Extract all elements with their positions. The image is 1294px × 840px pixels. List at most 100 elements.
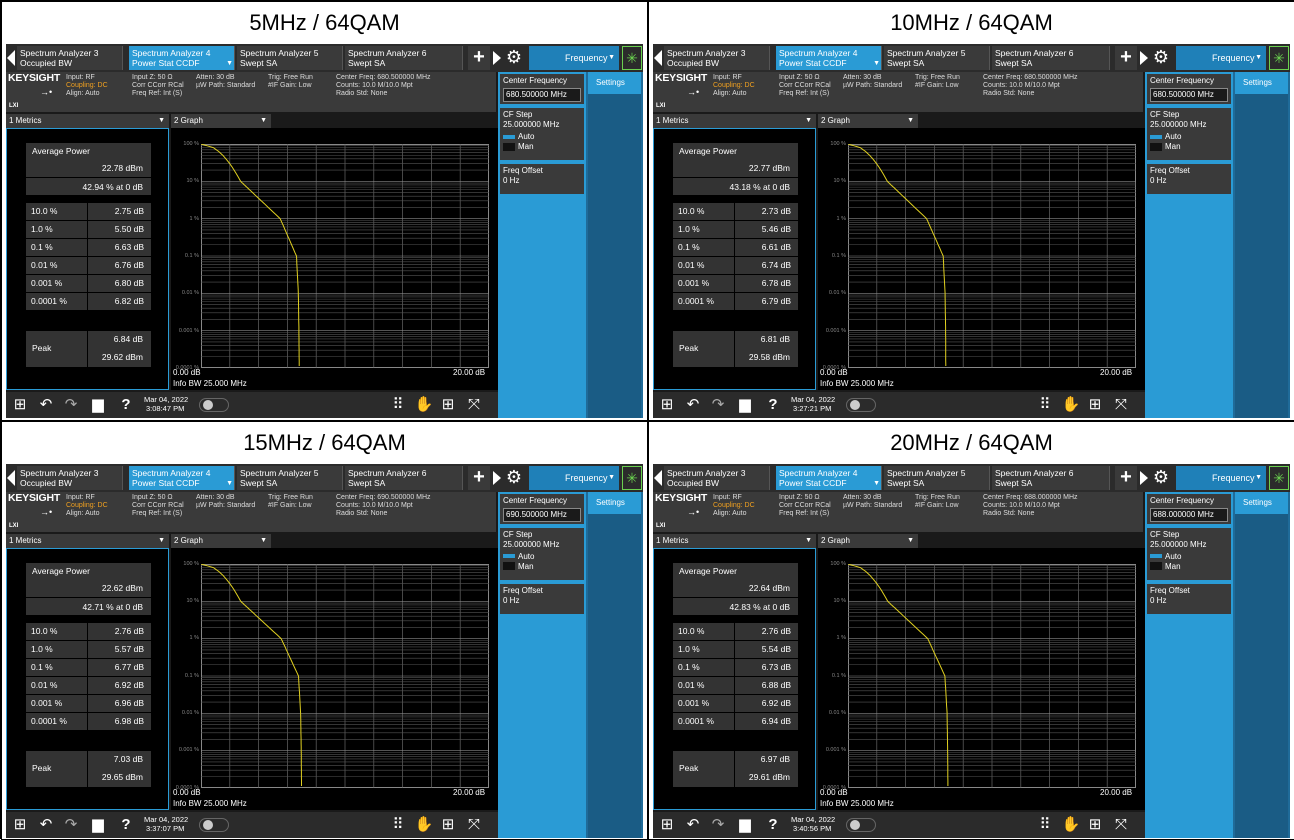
tab-spectrum-analyzer-5[interactable]: Spectrum Analyzer 5Swept SA — [884, 466, 990, 490]
auto-option[interactable]: Auto — [1150, 132, 1228, 142]
message-icon[interactable] — [199, 818, 229, 832]
maximize-icon[interactable]: ⤧ — [1111, 395, 1131, 415]
freq-offset-key[interactable]: Freq Offset 0 Hz — [1147, 164, 1231, 194]
tab-spectrum-analyzer-3[interactable]: Spectrum Analyzer 3Occupied BW — [17, 466, 123, 490]
center-frequency-field[interactable]: 680.500000 MHz — [1150, 88, 1228, 102]
tab-scroll-left-icon[interactable] — [653, 47, 663, 69]
cf-step-key[interactable]: CF Step 25.000000 MHz Auto Man — [500, 528, 584, 580]
settings-tab[interactable]: Settings — [1235, 72, 1288, 94]
cf-step-key[interactable]: CF Step 25.000000 MHz Auto Man — [1147, 108, 1231, 160]
tab-spectrum-analyzer-5[interactable]: Spectrum Analyzer 5Swept SA — [237, 466, 343, 490]
undo-icon[interactable]: ↶ — [683, 395, 703, 415]
man-option[interactable]: Man — [503, 562, 581, 572]
tab-spectrum-analyzer-6[interactable]: Spectrum Analyzer 6Swept SA — [345, 466, 463, 490]
undo-icon[interactable]: ↶ — [36, 815, 56, 835]
gear-icon[interactable]: ⚙ — [503, 46, 525, 70]
tab-scroll-right-icon[interactable] — [1140, 471, 1148, 485]
metrics-window[interactable]: Average Power 22.62 dBm 42.71 % at 0 dB … — [6, 548, 169, 810]
windows-start-icon[interactable]: ⊞ — [657, 395, 677, 415]
maximize-icon[interactable]: ⤧ — [1111, 815, 1131, 835]
cf-step-key[interactable]: CF Step 25.000000 MHz Auto Man — [500, 108, 584, 160]
frequency-menu-button[interactable]: Frequency▼ — [529, 466, 619, 490]
add-screen-button[interactable]: + — [468, 466, 490, 490]
sweep-status-icon[interactable]: ✳ — [622, 466, 642, 490]
tab-scroll-right-icon[interactable] — [493, 471, 501, 485]
tab-dropdown-icon[interactable]: ▼ — [873, 59, 880, 69]
help-icon[interactable]: ? — [116, 815, 136, 835]
sweep-status-icon[interactable]: ✳ — [1269, 46, 1289, 70]
gear-icon[interactable]: ⚙ — [503, 466, 525, 490]
tab-spectrum-analyzer-6[interactable]: Spectrum Analyzer 6Swept SA — [992, 466, 1110, 490]
tab-spectrum-analyzer-4[interactable]: Spectrum Analyzer 4Power Stat CCDF▼ — [129, 466, 235, 490]
center-frequency-key[interactable]: Center Frequency 680.500000 MHz — [500, 74, 584, 104]
tab-spectrum-analyzer-3[interactable]: Spectrum Analyzer 3Occupied BW — [664, 466, 770, 490]
ccdf-plot[interactable] — [848, 144, 1136, 368]
graph-window-header[interactable]: 2 Graph▼ — [171, 114, 271, 128]
cf-step-key[interactable]: CF Step 25.000000 MHz Auto Man — [1147, 528, 1231, 580]
touch-icon[interactable]: ✋ — [1061, 815, 1081, 835]
tab-scroll-left-icon[interactable] — [6, 467, 16, 489]
freq-offset-key[interactable]: Freq Offset 0 Hz — [500, 164, 584, 194]
auto-option[interactable]: Auto — [1150, 552, 1228, 562]
windows-start-icon[interactable]: ⊞ — [10, 815, 30, 835]
touch-icon[interactable]: ✋ — [414, 815, 434, 835]
ccdf-plot[interactable] — [848, 564, 1136, 788]
message-icon[interactable] — [199, 398, 229, 412]
freq-offset-key[interactable]: Freq Offset 0 Hz — [500, 584, 584, 614]
multi-window-icon[interactable]: ⠿ — [388, 815, 408, 835]
metrics-window[interactable]: Average Power 22.64 dBm 42.83 % at 0 dB … — [653, 548, 816, 810]
ccdf-plot[interactable] — [201, 564, 489, 788]
center-frequency-field[interactable]: 688.000000 MHz — [1150, 508, 1228, 522]
tab-spectrum-analyzer-3[interactable]: Spectrum Analyzer 3Occupied BW — [664, 46, 770, 70]
settings-tab[interactable]: Settings — [588, 492, 641, 514]
add-screen-button[interactable]: + — [1115, 466, 1137, 490]
tab-dropdown-icon[interactable]: ▼ — [226, 479, 233, 489]
frequency-menu-button[interactable]: Frequency▼ — [1176, 46, 1266, 70]
sweep-status-icon[interactable]: ✳ — [622, 46, 642, 70]
metrics-window[interactable]: Average Power 22.77 dBm 43.18 % at 0 dB … — [653, 128, 816, 390]
tab-dropdown-icon[interactable]: ▼ — [226, 59, 233, 69]
file-icon[interactable]: ▆ — [735, 815, 755, 835]
file-icon[interactable]: ▆ — [88, 815, 108, 835]
freq-offset-key[interactable]: Freq Offset 0 Hz — [1147, 584, 1231, 614]
ccdf-plot[interactable] — [201, 144, 489, 368]
center-frequency-field[interactable]: 680.500000 MHz — [503, 88, 581, 102]
man-option[interactable]: Man — [503, 142, 581, 152]
tab-scroll-right-icon[interactable] — [493, 51, 501, 65]
ccdf-graph[interactable]: 0.00 dB 20.00 dB Info BW 25.000 MHz 100 … — [818, 128, 1145, 390]
gear-icon[interactable]: ⚙ — [1150, 466, 1172, 490]
touch-icon[interactable]: ✋ — [1061, 395, 1081, 415]
tab-spectrum-analyzer-5[interactable]: Spectrum Analyzer 5Swept SA — [884, 46, 990, 70]
auto-option[interactable]: Auto — [503, 132, 581, 142]
touch-icon[interactable]: ✋ — [414, 395, 434, 415]
center-frequency-key[interactable]: Center Frequency 680.500000 MHz — [1147, 74, 1231, 104]
windows-start-icon[interactable]: ⊞ — [10, 395, 30, 415]
maximize-icon[interactable]: ⤧ — [464, 815, 484, 835]
tab-spectrum-analyzer-5[interactable]: Spectrum Analyzer 5Swept SA — [237, 46, 343, 70]
help-icon[interactable]: ? — [116, 395, 136, 415]
message-icon[interactable] — [846, 398, 876, 412]
graph-window-header[interactable]: 2 Graph▼ — [818, 114, 918, 128]
graph-window-header[interactable]: 2 Graph▼ — [818, 534, 918, 548]
tab-scroll-right-icon[interactable] — [1140, 51, 1148, 65]
metrics-window-header[interactable]: 1 Metrics▼ — [653, 534, 816, 548]
multi-window-icon[interactable]: ⠿ — [1035, 395, 1055, 415]
tab-spectrum-analyzer-4[interactable]: Spectrum Analyzer 4Power Stat CCDF▼ — [776, 46, 882, 70]
auto-option[interactable]: Auto — [503, 552, 581, 562]
redo-icon[interactable]: ↷ — [61, 395, 81, 415]
message-icon[interactable] — [846, 818, 876, 832]
sweep-status-icon[interactable]: ✳ — [1269, 466, 1289, 490]
metrics-window-header[interactable]: 1 Metrics▼ — [6, 114, 169, 128]
grid-layout-icon[interactable]: ⊞ — [1085, 395, 1105, 415]
file-icon[interactable]: ▆ — [88, 395, 108, 415]
add-screen-button[interactable]: + — [1115, 46, 1137, 70]
redo-icon[interactable]: ↷ — [708, 815, 728, 835]
tab-dropdown-icon[interactable]: ▼ — [873, 479, 880, 489]
gear-icon[interactable]: ⚙ — [1150, 46, 1172, 70]
multi-window-icon[interactable]: ⠿ — [1035, 815, 1055, 835]
ccdf-graph[interactable]: 0.00 dB 20.00 dB Info BW 25.000 MHz 100 … — [171, 128, 498, 390]
grid-layout-icon[interactable]: ⊞ — [1085, 815, 1105, 835]
maximize-icon[interactable]: ⤧ — [464, 395, 484, 415]
frequency-menu-button[interactable]: Frequency▼ — [529, 46, 619, 70]
tab-spectrum-analyzer-6[interactable]: Spectrum Analyzer 6Swept SA — [345, 46, 463, 70]
